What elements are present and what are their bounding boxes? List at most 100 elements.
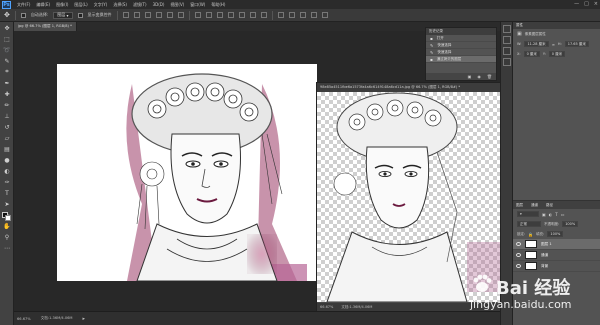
- filter-shape-icon[interactable]: ▭: [561, 212, 565, 217]
- 3d-roll-icon[interactable]: [288, 12, 295, 18]
- height-field[interactable]: 17.65 厘米: [564, 41, 589, 47]
- align-bottom-icon[interactable]: [144, 12, 151, 18]
- type-tool-icon[interactable]: T: [2, 188, 12, 198]
- menu-3d[interactable]: 3D(D): [153, 2, 165, 7]
- eraser-tool-icon[interactable]: ▱: [2, 133, 12, 143]
- lasso-tool-icon[interactable]: ➰: [2, 45, 12, 55]
- swatches-panel-icon[interactable]: [503, 47, 511, 55]
- link-icon[interactable]: ∞: [552, 42, 555, 47]
- floating-zoom-level[interactable]: 66.67%: [320, 305, 333, 309]
- history-item[interactable]: ▪ 打开: [426, 35, 496, 42]
- align-middle-icon[interactable]: [133, 12, 140, 18]
- menu-help[interactable]: 帮助(H): [211, 2, 225, 8]
- 3d-rotate-icon[interactable]: [277, 12, 284, 18]
- layer-filter-dropdown[interactable]: ▾: [517, 211, 539, 217]
- distribute-left-icon[interactable]: [227, 12, 234, 18]
- menu-image[interactable]: 图像(I): [56, 2, 68, 8]
- distribute-right-icon[interactable]: [249, 12, 256, 18]
- tab-paths[interactable]: 路径: [546, 203, 553, 208]
- background-color-swatch[interactable]: [5, 215, 11, 221]
- move-tool-icon[interactable]: ✥: [2, 23, 12, 33]
- document-tab[interactable]: jpg @ 66.7% (图层 1, RGB/8) *: [14, 22, 77, 31]
- distribute-top-icon[interactable]: [194, 12, 201, 18]
- trash-icon[interactable]: 🗑: [487, 74, 492, 79]
- healing-brush-tool-icon[interactable]: ✚: [2, 89, 12, 99]
- quick-select-tool-icon[interactable]: ✎: [2, 56, 12, 66]
- properties-subtitle: 像素图层属性: [524, 31, 546, 36]
- fill-field[interactable]: 100%: [547, 231, 564, 237]
- menu-view[interactable]: 视图(V): [170, 2, 184, 8]
- history-brush-tool-icon[interactable]: ↺: [2, 122, 12, 132]
- camera-icon[interactable]: ◉: [477, 74, 481, 79]
- history-item[interactable]: ✎ 快速选择: [426, 49, 496, 56]
- tab-channels[interactable]: 通道: [531, 203, 538, 208]
- history-panel-header[interactable]: 历史记录: [426, 28, 496, 35]
- 3d-drag-icon[interactable]: [299, 12, 306, 18]
- history-panel-icon[interactable]: [503, 25, 511, 33]
- zoom-level[interactable]: 66.67%: [17, 317, 31, 321]
- menu-type[interactable]: 文字(Y): [94, 2, 108, 8]
- eye-icon[interactable]: [516, 242, 521, 246]
- layer-row-selected[interactable]: 图层 1: [513, 239, 600, 250]
- 3d-slide-icon[interactable]: [310, 12, 317, 18]
- move-tool-icon[interactable]: ✥: [4, 11, 10, 19]
- show-transform-checkbox[interactable]: [77, 12, 83, 18]
- watermark-main-text: Bai 经验: [496, 278, 571, 299]
- blur-tool-icon[interactable]: ●: [2, 155, 12, 165]
- marquee-tool-icon[interactable]: ⬚: [2, 34, 12, 44]
- minimize-button[interactable]: —: [574, 1, 579, 7]
- brush-tool-icon[interactable]: ✏: [2, 100, 12, 110]
- opacity-field[interactable]: 100%: [562, 221, 579, 227]
- tab-layers[interactable]: 图层: [516, 203, 523, 208]
- eye-icon[interactable]: [516, 253, 521, 257]
- eyedropper-tool-icon[interactable]: ✒: [2, 78, 12, 88]
- blend-mode-dropdown[interactable]: 正常: [517, 221, 541, 227]
- lock-icon[interactable]: 🔒: [528, 232, 533, 237]
- align-left-icon[interactable]: [155, 12, 162, 18]
- gradient-tool-icon[interactable]: ▤: [2, 144, 12, 154]
- menu-filter[interactable]: 滤镜(T): [133, 2, 147, 8]
- new-document-icon[interactable]: ▣: [468, 74, 472, 79]
- more-tools-icon[interactable]: ⋯: [2, 243, 12, 253]
- clone-stamp-tool-icon[interactable]: ⊥: [2, 111, 12, 121]
- color-swatches[interactable]: [2, 212, 12, 222]
- path-select-tool-icon[interactable]: ➤: [2, 199, 12, 209]
- align-center-icon[interactable]: [166, 12, 173, 18]
- filter-pixel-icon[interactable]: ▣: [542, 212, 546, 217]
- history-item-selected[interactable]: ▪ 通过拷贝的图层: [426, 56, 496, 63]
- eye-icon[interactable]: [516, 264, 521, 268]
- auto-align-icon[interactable]: [260, 12, 267, 18]
- zoom-tool-icon[interactable]: ⚲: [2, 232, 12, 242]
- distribute-bottom-icon[interactable]: [216, 12, 223, 18]
- maximize-button[interactable]: □: [584, 1, 589, 7]
- distribute-center-icon[interactable]: [238, 12, 245, 18]
- document-canvas[interactable]: [57, 64, 317, 281]
- hand-tool-icon[interactable]: ✋: [2, 221, 12, 231]
- pen-tool-icon[interactable]: ✑: [2, 177, 12, 187]
- auto-select-dropdown[interactable]: 图层 ▾: [53, 11, 73, 19]
- menu-edit[interactable]: 编辑(E): [36, 2, 50, 8]
- menu-layer[interactable]: 图层(L): [74, 2, 87, 8]
- history-item[interactable]: ✎ 快速选择: [426, 42, 496, 49]
- close-button[interactable]: ×: [594, 1, 598, 7]
- x-field[interactable]: 0 厘米: [523, 51, 540, 57]
- 3d-scale-icon[interactable]: [321, 12, 328, 18]
- properties-panel-header[interactable]: 属性: [513, 22, 600, 29]
- chevron-right-icon[interactable]: ▸: [83, 316, 86, 322]
- layer-row[interactable]: 通道: [513, 250, 600, 261]
- properties-panel-icon[interactable]: [503, 36, 511, 44]
- align-top-icon[interactable]: [122, 12, 129, 18]
- crop-tool-icon[interactable]: ⌗: [2, 67, 12, 77]
- filter-adjust-icon[interactable]: ◐: [549, 212, 553, 217]
- width-field[interactable]: 11.28 厘米: [524, 41, 549, 47]
- menu-window[interactable]: 窗口(W): [190, 2, 205, 8]
- align-right-icon[interactable]: [177, 12, 184, 18]
- distribute-middle-icon[interactable]: [205, 12, 212, 18]
- auto-select-checkbox[interactable]: [20, 12, 26, 18]
- filter-type-icon[interactable]: T: [555, 212, 557, 217]
- adjustments-panel-icon[interactable]: [503, 58, 511, 66]
- y-field[interactable]: 0 厘米: [548, 51, 566, 57]
- dodge-tool-icon[interactable]: ◐: [2, 166, 12, 176]
- menu-select[interactable]: 选择(S): [113, 2, 127, 8]
- menu-file[interactable]: 文件(F): [17, 2, 30, 8]
